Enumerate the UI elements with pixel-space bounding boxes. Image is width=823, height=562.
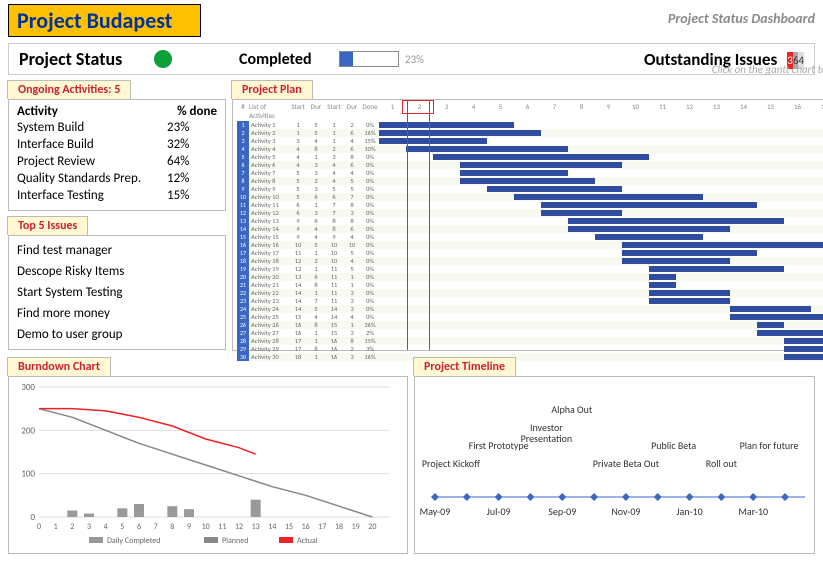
gantt-row[interactable]: 18Activity 181221040% — [237, 257, 823, 265]
gantt-row[interactable]: 15Activity 1594940% — [237, 233, 823, 241]
burndown-tab: Burndown Chart — [7, 357, 111, 376]
issue-item: Demo to user group — [17, 324, 217, 345]
ongoing-hdr-activity: Activity — [17, 104, 157, 119]
gantt-row[interactable]: 28Activity 2817116815% — [237, 337, 823, 345]
svg-text:Actual: Actual — [297, 536, 318, 546]
svg-text:1: 1 — [54, 522, 58, 532]
gantt-row[interactable]: 22Activity 221411130% — [237, 289, 823, 297]
gantt-row[interactable]: 26Activity 2616815136% — [237, 321, 823, 329]
gantt-row[interactable]: 25Activity 251541440% — [237, 313, 823, 321]
svg-text:Sep-09: Sep-09 — [548, 505, 576, 518]
ongoing-tab: Ongoing Activities: 5 — [7, 80, 131, 99]
timeline-chart[interactable]: May-09 Jul-09 Sep-09 Nov-09 Jan-10 Mar-10 Proj… — [414, 376, 815, 554]
gantt-row[interactable]: 12Activity 1263730% — [237, 209, 823, 217]
svg-text:3: 3 — [87, 522, 91, 532]
svg-text:Daily Completed: Daily Completed — [107, 536, 160, 546]
svg-text:100: 100 — [21, 469, 35, 480]
gantt-row[interactable]: 27Activity 271611532% — [237, 329, 823, 337]
gantt-row[interactable]: 23Activity 231471130% — [237, 297, 823, 305]
timeline-tab: Project Timeline — [413, 357, 516, 376]
gantt-row[interactable]: 20Activity 201361110% — [237, 273, 823, 281]
svg-text:Alpha Out: Alpha Out — [551, 403, 593, 416]
svg-text:Jan-10: Jan-10 — [676, 505, 702, 518]
gantt-row[interactable]: 10Activity 1056670% — [237, 193, 823, 201]
svg-text:Roll out: Roll out — [706, 457, 738, 470]
gantt-row[interactable]: 19Activity 191211150% — [237, 265, 823, 273]
svg-text:20: 20 — [368, 522, 376, 532]
issue-item: Find more money — [17, 303, 217, 324]
gantt-row[interactable]: 14Activity 1494860% — [237, 225, 823, 233]
svg-text:Project Kickoff: Project Kickoff — [422, 457, 480, 470]
completed-pct: 23% — [405, 53, 424, 66]
svg-text:Jul-09: Jul-09 — [487, 505, 511, 518]
ongoing-row: Quality Standards Prep.12% — [17, 170, 217, 187]
gantt-row[interactable]: 8Activity 852450% — [237, 177, 823, 185]
svg-text:19: 19 — [352, 522, 360, 532]
svg-text:Public Beta: Public Beta — [651, 439, 696, 452]
svg-text:6: 6 — [137, 522, 141, 532]
completed-progress — [339, 51, 399, 67]
burndown-chart[interactable]: 0100200300012345678910111213141516171819… — [8, 376, 408, 554]
gantt-row[interactable]: 7Activity 753440% — [237, 169, 823, 177]
gantt-row[interactable]: 11Activity 1161780% — [237, 201, 823, 209]
svg-text:17: 17 — [318, 522, 326, 532]
gantt-row[interactable]: 24Activity 241451430% — [237, 305, 823, 313]
svg-text:Private Beta Out: Private Beta Out — [593, 457, 660, 470]
svg-text:8: 8 — [170, 522, 174, 532]
svg-text:Nov-09: Nov-09 — [611, 505, 640, 518]
svg-text:5: 5 — [120, 522, 124, 532]
issue-item: Find test manager — [17, 240, 217, 261]
ongoing-row: Project Review64% — [17, 153, 217, 170]
gantt-row[interactable]: 5Activity 541380% — [237, 153, 823, 161]
status-bar: Project Status Completed 23% Outstanding… — [8, 43, 815, 75]
gantt-row[interactable]: 1Activity 115120% — [237, 121, 823, 129]
ongoing-row: Interface Build32% — [17, 136, 217, 153]
svg-text:13: 13 — [252, 522, 260, 532]
gantt-row[interactable]: 3Activity 3341415% — [237, 137, 823, 145]
svg-text:10: 10 — [202, 522, 210, 532]
svg-text:15: 15 — [285, 522, 293, 532]
svg-text:Plan for future: Plan for future — [740, 439, 799, 452]
gantt-row[interactable]: 29Activity 291781623% — [237, 345, 823, 353]
completed-label: Completed — [239, 50, 339, 69]
svg-text:Mar-10: Mar-10 — [738, 505, 768, 518]
svg-text:May-09: May-09 — [420, 505, 451, 518]
gantt-row[interactable]: 13Activity 1396880% — [237, 217, 823, 225]
gantt-row[interactable]: 16Activity 1610510100% — [237, 241, 823, 249]
svg-text:9: 9 — [187, 522, 191, 532]
gantt-row[interactable]: 6Activity 643460% — [237, 161, 823, 169]
svg-text:200: 200 — [21, 425, 35, 436]
svg-text:0: 0 — [37, 522, 41, 532]
gantt-row[interactable]: 2Activity 2151616% — [237, 129, 823, 137]
svg-text:2: 2 — [70, 522, 74, 532]
issue-item: Descope Risky Items — [17, 261, 217, 282]
svg-text:0: 0 — [30, 512, 35, 523]
svg-text:14: 14 — [268, 522, 276, 532]
gantt-row[interactable]: 17Activity 171111050% — [237, 249, 823, 257]
ongoing-row: System Build23% — [17, 119, 217, 136]
page-subtitle: Project Status Dashboard — [668, 4, 815, 27]
project-title: Project Budapest — [8, 4, 201, 37]
svg-text:4: 4 — [104, 522, 108, 532]
gantt-row[interactable]: 9Activity 953550% — [237, 185, 823, 193]
svg-text:11: 11 — [218, 522, 226, 532]
gantt-chart[interactable]: #List of ActivitiesStartDurStartDurDone1… — [232, 99, 823, 351]
plan-hint: Click on the gantt chart to see it in de… — [712, 63, 823, 76]
svg-text:16: 16 — [302, 522, 310, 532]
status-label: Project Status — [19, 48, 122, 70]
issues-tab: Top 5 Issues — [7, 216, 88, 235]
ongoing-hdr-done: % done — [157, 104, 217, 119]
gantt-row[interactable]: 4Activity 4482610% — [237, 145, 823, 153]
svg-text:7: 7 — [154, 522, 158, 532]
ongoing-row: Interface Testing15% — [17, 187, 217, 204]
issue-item: Start System Testing — [17, 282, 217, 303]
svg-text:300: 300 — [21, 382, 35, 393]
svg-text:12: 12 — [235, 522, 243, 532]
status-dot-icon — [154, 50, 172, 68]
plan-tab: Project Plan — [231, 80, 313, 99]
svg-text:Planned: Planned — [222, 536, 248, 546]
svg-text:Presentation: Presentation — [521, 432, 573, 445]
gantt-row[interactable]: 21Activity 211481110% — [237, 281, 823, 289]
svg-text:18: 18 — [335, 522, 343, 532]
